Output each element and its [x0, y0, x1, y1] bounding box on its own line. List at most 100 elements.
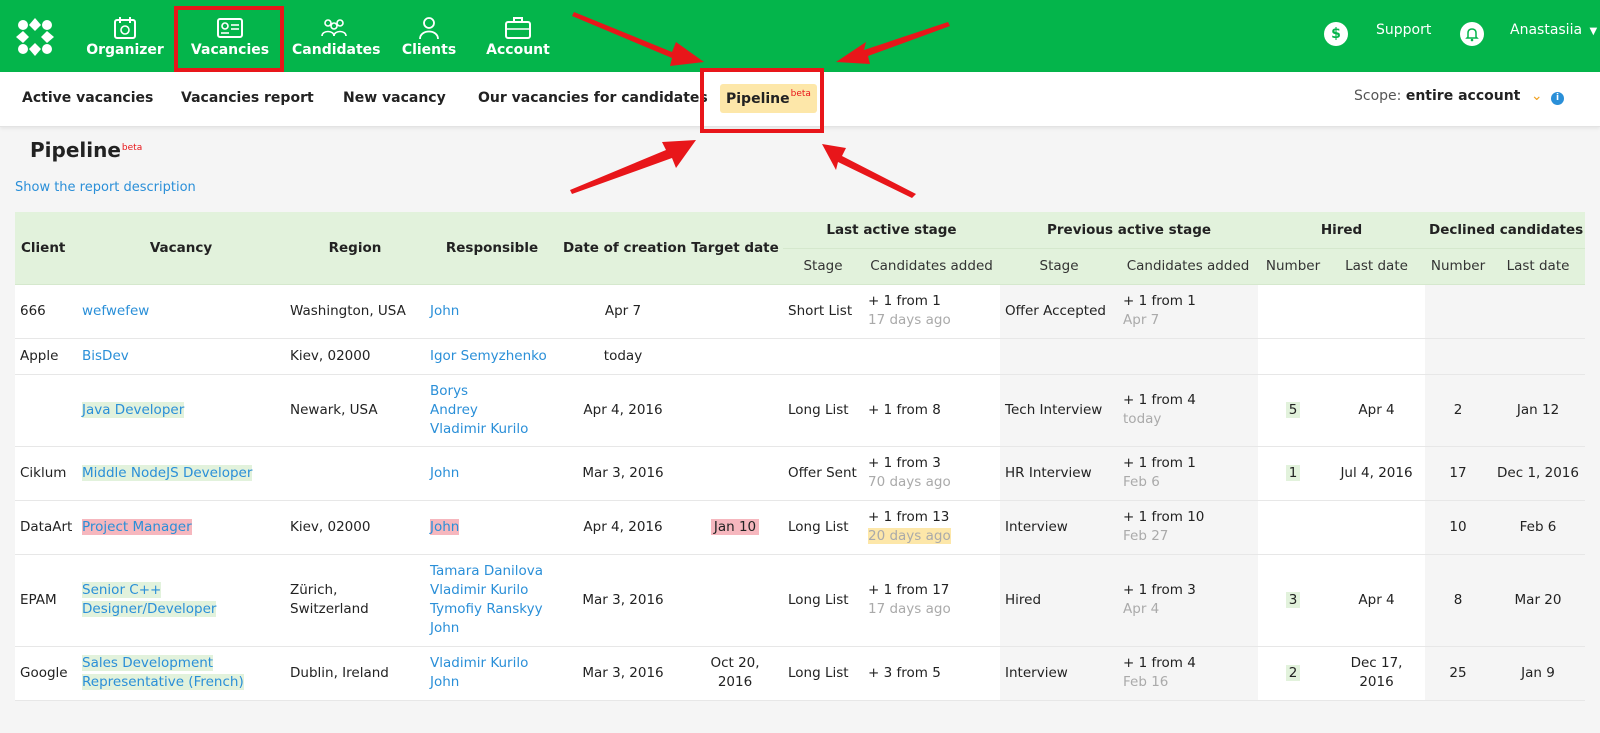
target-date: Jan 10: [710, 518, 760, 535]
table-row: DataArt Project Manager Kiev, 02000 John Apr…: [15, 500, 1586, 555]
cell-last-added: + 1 from 17 17 days ago: [863, 554, 1001, 647]
date-of-creation: today: [603, 347, 643, 364]
nav-clients[interactable]: Clients: [398, 16, 460, 62]
cell-prev-added: [1118, 338, 1259, 375]
cell-declined-last-date: Mar 20: [1491, 554, 1586, 647]
info-icon[interactable]: i: [1551, 92, 1564, 105]
header-client: Client: [15, 212, 77, 285]
cell-prev-added: + 1 from 10 Feb 27: [1118, 500, 1259, 555]
cell-declined-last-date: Dec 1, 2016: [1491, 446, 1586, 501]
cell-target-date: [687, 284, 783, 339]
scope-selector[interactable]: Scope: entire account ⌄ i: [1354, 88, 1564, 105]
responsible-link[interactable]: Tamara Danilova: [430, 562, 554, 581]
cell-vacancy: Middle NodeJS Developer: [77, 446, 285, 501]
scope-chevron-down-icon: ⌄: [1530, 88, 1543, 104]
cell-prev-stage: Interview: [1000, 500, 1119, 555]
cell-responsible: Borys Andrey Vladimir Kurilo: [425, 374, 559, 447]
cell-region: Kiev, 02000: [285, 338, 425, 375]
scope-label: Scope:: [1354, 88, 1402, 104]
vacancy-link[interactable]: Sales Development Representative (French…: [82, 655, 244, 690]
prev-added-ago: Feb 6: [1123, 474, 1160, 490]
cell-client: EPAM: [15, 554, 77, 647]
cell-declined-last-date: Jan 12: [1491, 374, 1586, 447]
responsible-link[interactable]: Tymofiy Ranskyy: [430, 600, 554, 619]
last-added-ago: 17 days ago: [868, 312, 951, 328]
scope-value: entire account: [1405, 88, 1521, 104]
region-text: Zürich, Switzerland: [290, 582, 369, 617]
cell-prev-added: + 1 from 4 Feb 16: [1118, 646, 1259, 701]
logo-icon[interactable]: [14, 16, 56, 58]
responsible-link[interactable]: Igor Semyzhenko: [430, 347, 554, 366]
cell-client: [15, 374, 77, 447]
responsible-link[interactable]: John: [430, 673, 554, 692]
dollar-icon[interactable]: $: [1324, 22, 1348, 46]
subnav-active-vacancies[interactable]: Active vacancies: [22, 90, 153, 106]
subheader-candidates-added: Candidates added: [1118, 247, 1259, 285]
hired-last-date: Jul 4, 2016: [1340, 464, 1413, 481]
responsible-link[interactable]: Vladimir Kurilo: [430, 654, 554, 673]
cell-prev-added: + 1 from 1 Feb 6: [1118, 446, 1259, 501]
cell-hired-number: 5: [1258, 374, 1329, 447]
last-stage-name: Short List: [788, 302, 853, 319]
support-link[interactable]: Support: [1376, 22, 1431, 38]
cell-date-of-creation: Apr 4, 2016: [559, 374, 687, 447]
last-added-ago: 20 days ago: [868, 528, 951, 544]
cell-last-added: [863, 338, 1001, 375]
vacancy-link[interactable]: Project Manager: [82, 518, 192, 535]
nav-account[interactable]: Account: [482, 16, 554, 62]
cell-last-stage: [783, 338, 863, 375]
cell-last-added: + 1 from 13 20 days ago: [863, 500, 1001, 555]
cell-declined-last-date: Feb 6: [1491, 500, 1586, 555]
prev-candidates-added: + 1 from 3: [1123, 582, 1196, 598]
cell-target-date: [687, 446, 783, 501]
nav-candidates[interactable]: Candidates: [292, 16, 381, 62]
vacancy-link[interactable]: Middle NodeJS Developer: [82, 464, 253, 481]
nav-candidates-label: Candidates: [292, 42, 381, 58]
target-date: Oct 20, 2016: [710, 655, 760, 690]
cell-declined-number: 10: [1425, 500, 1492, 555]
arrow-bottom-left: [570, 140, 696, 194]
subnav-our-vacancies-for-candidates[interactable]: Our vacancies for candidates: [478, 90, 708, 106]
cell-last-stage: Long List: [783, 500, 863, 555]
cell-date-of-creation: Apr 4, 2016: [559, 500, 687, 555]
cell-prev-stage: Hired: [1000, 554, 1119, 647]
person-icon: [419, 17, 439, 40]
vacancy-link[interactable]: wefwefew: [82, 302, 280, 321]
vacancy-link[interactable]: Senior C++ Designer/Developer: [82, 582, 217, 617]
client-name: DataArt: [20, 518, 73, 535]
cell-hired-last-date: Dec 17, 2016: [1328, 646, 1426, 701]
responsible-link[interactable]: Andrey: [430, 401, 554, 420]
cell-prev-added: + 1 from 3 Apr 4: [1118, 554, 1259, 647]
last-added-ago: 17 days ago: [868, 601, 951, 617]
subnav-vacancies-report[interactable]: Vacancies report: [181, 90, 314, 106]
cell-hired-last-date: Apr 4: [1328, 374, 1426, 447]
responsible-link[interactable]: Vladimir Kurilo: [430, 581, 554, 600]
responsible-link[interactable]: John: [430, 464, 554, 483]
vacancy-link[interactable]: Java Developer: [82, 401, 185, 418]
responsible-link[interactable]: Vladimir Kurilo: [430, 420, 554, 439]
client-name: Ciklum: [20, 464, 67, 481]
last-stage-name: Long List: [788, 401, 849, 418]
cell-client: Google: [15, 646, 77, 701]
responsible-link[interactable]: John: [430, 518, 460, 535]
cell-last-stage: Long List: [783, 646, 863, 701]
date-of-creation: Mar 3, 2016: [582, 464, 664, 481]
arrow-bottom-right: [822, 144, 916, 198]
nav-organizer[interactable]: Organizer: [86, 16, 164, 62]
bell-icon[interactable]: [1460, 22, 1484, 46]
responsible-link[interactable]: Borys: [430, 382, 554, 401]
user-menu[interactable]: Anastasiia ▼: [1510, 22, 1597, 38]
prev-added-ago: today: [1123, 411, 1162, 427]
prev-candidates-added: + 1 from 1: [1123, 455, 1196, 471]
hired-number: 2: [1285, 664, 1301, 681]
responsible-link[interactable]: John: [430, 619, 554, 638]
vacancy-link[interactable]: BisDev: [82, 347, 280, 366]
show-report-description-link[interactable]: Show the report description: [15, 180, 196, 195]
subnav-new-vacancy[interactable]: New vacancy: [343, 90, 446, 106]
cell-hired-last-date: [1328, 284, 1426, 339]
header-vacancy: Vacancy: [77, 212, 285, 285]
page-title: Pipelinebeta: [30, 138, 142, 162]
organizer-icon: [114, 17, 136, 39]
responsible-link[interactable]: John: [430, 302, 554, 321]
last-candidates-added: + 1 from 3: [868, 455, 941, 471]
